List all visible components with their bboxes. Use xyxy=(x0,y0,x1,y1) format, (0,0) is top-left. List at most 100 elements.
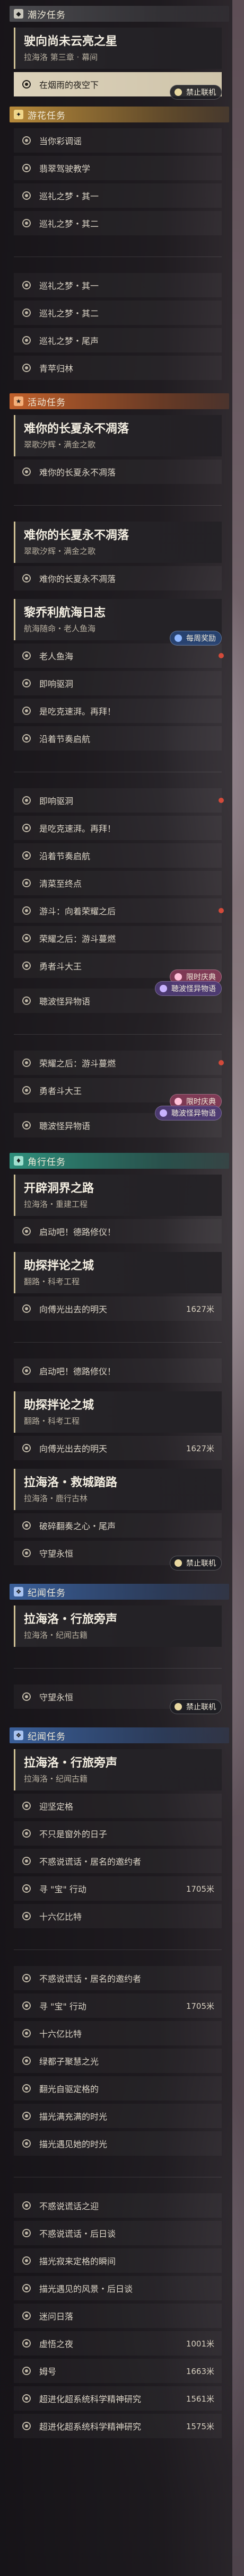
quest-subtitle: 翠歌汐辉・满金之歌 xyxy=(24,546,96,556)
quest-step-row[interactable]: 守望永恒 禁止联机 xyxy=(14,1684,222,1714)
quest-step-row[interactable]: 聴波怪异物语 聴波怪异物语 xyxy=(14,981,222,1013)
quest-step-row[interactable]: 守望永恒 禁止联机 xyxy=(14,1541,222,1571)
quest-step-row[interactable]: 不只是窗外的日子 xyxy=(14,1821,222,1846)
quest-step-row[interactable]: 不惑说谎话・后日谈 xyxy=(14,2221,222,2245)
quest-step-row[interactable]: 描光遇见她的时光 xyxy=(14,2131,222,2156)
quest-step-row[interactable]: 勇者斗大王 限时庆典 xyxy=(14,1078,222,1109)
quest-step-row[interactable]: 是吃克速湃。再拜！ xyxy=(14,699,222,723)
section-header-chronicle[interactable]: ❖ 纪闻任务 xyxy=(4,1725,229,1746)
alert-dot-icon xyxy=(219,798,224,803)
distance-label: 1575米 xyxy=(186,2421,214,2431)
quest-card[interactable]: 助探拌论之城 翻路・科考工程 xyxy=(14,1252,222,1293)
quest-step-row[interactable]: 寻 "宝" 行动 1705米 xyxy=(14,1993,222,2018)
quest-card[interactable]: 难你的长夏永不凋落 翠歌汐辉・满金之歌 xyxy=(14,522,222,563)
step-label: 巡礼之梦・其一 xyxy=(39,191,99,201)
quest-step-row[interactable]: 是吃克速湃。再拜！ xyxy=(14,816,222,840)
quest-step-row[interactable]: 清菜至终点 xyxy=(14,871,222,895)
step-marker-icon xyxy=(22,364,31,372)
distance-label: 1705米 xyxy=(186,2001,214,2011)
quest-step-row[interactable]: 启动吧！德路修仪！ xyxy=(14,1358,222,1383)
quest-step-row[interactable]: 描光遇见的风景・后日谈 xyxy=(14,2276,222,2300)
quest-step-row[interactable]: 超进化超系统科学精神研究 1561米 xyxy=(14,2386,222,2411)
quest-step-row[interactable]: 游斗：向着荣耀之后 xyxy=(14,898,224,923)
step-marker-icon xyxy=(22,1086,31,1095)
quest-step-row[interactable]: 即响驱洞 xyxy=(14,671,222,695)
quest-step-row[interactable]: 沿着节奏启航 xyxy=(14,726,222,751)
quest-card[interactable]: 拉海洛・行旅旁声 拉海洛・纪闻古籍 xyxy=(14,1749,222,1790)
quest-step-row[interactable]: 当你彩调谣 xyxy=(14,128,222,153)
quest-step-row[interactable]: 超进化超系统科学精神研究 1575米 xyxy=(14,2414,222,2438)
quest-title: 拉海洛・行旅旁声 xyxy=(24,1757,118,1770)
quest-card[interactable]: 拉海洛・行旅旁声 拉海洛・纪闻古籍 xyxy=(14,1605,222,1647)
quest-step-row[interactable]: 勇者斗大王 限时庆典 xyxy=(14,954,222,984)
quest-step-row[interactable]: 迷问日落 xyxy=(14,2304,222,2328)
quest-step-row[interactable]: 巡礼之梦・其一 xyxy=(14,183,222,208)
quest-step-row[interactable]: 绿都子聚慧之光 xyxy=(14,2049,222,2073)
step-marker-icon xyxy=(22,2312,31,2320)
quest-step-row[interactable]: 描光满充满的时光 xyxy=(14,2104,222,2128)
quest-step-row[interactable]: 巡礼之梦・其二 xyxy=(14,301,222,325)
quest-step-row[interactable]: 巡礼之梦・尾声 xyxy=(14,328,222,352)
quest-step-row[interactable]: 不惑说谎话之迎 xyxy=(14,2193,222,2218)
quest-step-row[interactable]: 翻光自驱定格的 xyxy=(14,2076,222,2101)
step-marker-icon xyxy=(22,1912,31,1920)
quest-step-row[interactable]: 青苹归林 xyxy=(14,356,222,380)
quest-card[interactable]: 驶向尚未云亮之星 拉海洛 第三章 · 幕间 xyxy=(14,28,222,69)
quest-step-row[interactable]: 巡礼之梦・其一 xyxy=(14,273,222,297)
quest-step-row[interactable]: 不惑说谎话・居名的邀约者 xyxy=(14,1849,222,1873)
quest-step-row[interactable]: 姆号 1663米 xyxy=(14,2359,222,2383)
step-label: 向傅光出去的明天 xyxy=(39,1304,108,1315)
step-label: 老人鱼海 xyxy=(39,651,74,661)
quest-step-row[interactable]: 向傅光出去的明天 1627米 xyxy=(14,1296,222,1321)
quest-step-row[interactable]: 即响驱洞 xyxy=(14,788,224,813)
quest-step-row[interactable]: 荣耀之后：游斗蔓燃 xyxy=(14,1051,224,1075)
step-marker-icon xyxy=(22,1121,31,1130)
section-header-event[interactable]: ★ 活动任务 xyxy=(4,391,229,412)
step-label: 巡礼之梦・其二 xyxy=(39,308,99,319)
quest-step-row[interactable]: 荣耀之后：游斗蔓燃 xyxy=(14,926,222,950)
quest-step-row[interactable]: 向傅光出去的明天 1627米 xyxy=(14,1436,222,1460)
step-marker-icon xyxy=(22,574,31,583)
quest-card[interactable]: 拉海洛・救城踏路 拉海洛・鹿行古林 xyxy=(14,1469,222,1510)
quest-step-row[interactable]: 寻 "宝" 行动 1705米 xyxy=(14,1876,222,1901)
quest-step-row[interactable]: 巡礼之梦・其二 xyxy=(14,211,222,235)
step-label: 翻光自驱定格的 xyxy=(39,2084,99,2094)
section-header-chronicle[interactable]: ❖ 纪闻任务 xyxy=(4,1581,229,1602)
step-marker-icon xyxy=(22,308,31,317)
quest-subtitle: 翻路・科考工程 xyxy=(24,1416,80,1426)
quest-step-row[interactable]: 描光寂来定格的瞬间 xyxy=(14,2248,222,2273)
quest-card[interactable]: 助探拌论之城 翻路・科考工程 xyxy=(14,1391,222,1433)
section-header-role[interactable]: ♦ 角行任务 xyxy=(4,1150,229,1171)
quest-card[interactable]: 开辟洞界之路 拉海洛・重建工程 xyxy=(14,1175,222,1216)
event-quest-icon: ★ xyxy=(14,396,23,406)
quest-step-row[interactable]: 在烟雨的夜空下 禁止联机 xyxy=(14,72,222,100)
quest-step-row[interactable]: 十六亿比特 xyxy=(14,1904,222,1928)
quest-step-row[interactable]: 沿着节奏启航 xyxy=(14,843,222,868)
step-marker-icon xyxy=(22,1521,31,1530)
quest-step-row[interactable]: 虚悟之夜 1001米 xyxy=(14,2331,222,2356)
quest-card[interactable]: 黎乔利航海日志 航海随命・老人鱼海 每周奖励 xyxy=(14,599,222,646)
quest-step-row[interactable]: 不惑说谎话・居名的邀约者 xyxy=(14,1966,222,1990)
quest-title: 拉海洛・行旅旁声 xyxy=(24,1613,118,1626)
section-header-roaming[interactable]: ✦ 游花任务 xyxy=(4,104,229,125)
quest-step-row[interactable]: 翡翠驾驶教学 xyxy=(14,156,222,180)
step-marker-icon xyxy=(22,961,31,970)
quest-step-row[interactable]: 十六亿比特 xyxy=(14,2021,222,2045)
quest-step-row[interactable]: 破碎翻奏之心・尾声 xyxy=(14,1513,222,1538)
section-header-tide[interactable]: ◆ 潮汐任务 xyxy=(4,3,229,24)
quest-step-row[interactable]: 迎坚定格 xyxy=(14,1794,222,1818)
step-label: 绿都子聚慧之光 xyxy=(39,2057,99,2067)
quest-step-row[interactable]: 启动吧！德路修仪！ xyxy=(14,1219,222,1243)
divider xyxy=(14,1668,222,1669)
quest-step-row[interactable]: 老人鱼海 xyxy=(14,643,224,668)
step-marker-icon xyxy=(22,1692,31,1701)
divider xyxy=(14,1342,222,1343)
step-marker-icon xyxy=(22,996,31,1005)
quest-step-row[interactable]: 难你的长夏永不凋落 xyxy=(14,566,222,590)
quest-step-row[interactable]: 难你的长夏永不凋落 xyxy=(14,460,222,484)
quest-step-row[interactable]: 聴波怪异物语 聴波怪异物语 xyxy=(14,1106,222,1137)
step-label: 不只是窗外的日子 xyxy=(39,1829,108,1839)
step-marker-icon xyxy=(22,2001,31,2010)
quest-card[interactable]: 难你的长夏永不凋落 翠歌汐辉・满金之歌 xyxy=(14,415,222,456)
section-header-label: 活动任务 xyxy=(28,397,66,408)
